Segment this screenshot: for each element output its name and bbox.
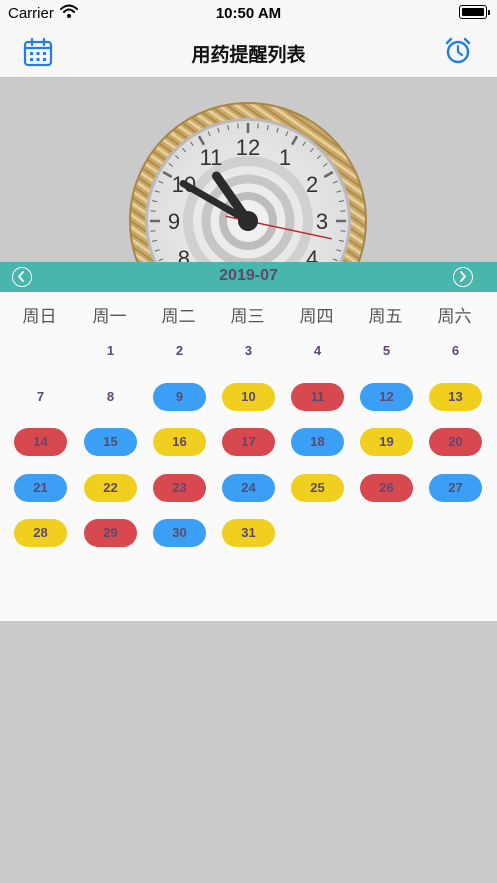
calendar-day[interactable]: 24 <box>222 473 275 502</box>
clock-tick <box>257 123 259 129</box>
clock-numeral: 3 <box>316 209 328 234</box>
calendar-day[interactable]: 22 <box>84 473 137 502</box>
clock-tick <box>237 123 239 129</box>
weekday-label: 周日 <box>22 307 57 326</box>
calendar-day[interactable]: 17 <box>222 428 275 456</box>
clock-tick <box>150 230 156 232</box>
chevron-right-icon <box>460 271 466 282</box>
calendar-day[interactable]: 16 <box>153 428 206 456</box>
weekday-label: 周二 <box>161 307 196 326</box>
calendar-day[interactable]: 27 <box>429 473 482 502</box>
weekday-label: 周六 <box>437 307 472 326</box>
navigation-bar: 用药提醒列表 <box>0 26 497 78</box>
calendar-day[interactable]: 21 <box>14 473 67 502</box>
calendar-day[interactable]: 31 <box>222 519 275 547</box>
clock-numeral: 12 <box>236 135 260 160</box>
calendar-day[interactable]: 19 <box>360 428 413 456</box>
calendar-day[interactable]: 25 <box>291 473 344 502</box>
calendar-day[interactable]: 30 <box>153 519 206 547</box>
calendar-day[interactable]: 3 <box>222 337 275 365</box>
calendar-day[interactable]: 11 <box>291 382 344 411</box>
calendar-day[interactable]: 23 <box>153 473 206 502</box>
alarm-button[interactable] <box>443 36 473 66</box>
calendar-day[interactable]: 28 <box>14 519 67 547</box>
page-title: 用药提醒列表 <box>191 45 306 66</box>
clock-numeral: 11 <box>200 145 223 170</box>
weekday-label: 周一 <box>92 307 127 326</box>
wall-clock-image: 121234891011 <box>129 102 367 262</box>
calendar-day[interactable]: 12 <box>360 382 413 411</box>
calendar-day[interactable]: 15 <box>84 428 137 456</box>
weekday-label: 周五 <box>368 307 403 326</box>
weekday-label: 周四 <box>299 307 334 326</box>
calendar-day[interactable]: 18 <box>291 428 344 456</box>
clock-numeral: 1 <box>279 145 291 170</box>
calendar-day[interactable]: 8 <box>84 383 137 411</box>
calendar-day[interactable]: 10 <box>222 382 275 411</box>
calendar-day[interactable]: 2 <box>153 337 206 365</box>
clock-numeral: 9 <box>168 209 180 234</box>
calendar-day[interactable]: 7 <box>14 383 67 411</box>
weekday-row: 周日 周一 周二 周三 周四 周五 周六 <box>0 302 497 328</box>
clock-area: 121234891011 <box>0 79 497 262</box>
calendar-grid: 周日 周一 周二 周三 周四 周五 周六 1 2 3 4 5 6 7 8 9 10 11 12 13 14 15 16 17… <box>0 292 497 621</box>
calendar-day[interactable]: 20 <box>429 428 482 456</box>
month-label: 2019-07 <box>219 267 278 284</box>
calendar-day[interactable]: 1 <box>84 337 137 365</box>
calendar-day[interactable]: 4 <box>291 337 344 365</box>
calendar-day[interactable]: 14 <box>14 428 67 456</box>
alarm-clock-icon <box>445 37 471 64</box>
status-bar: Carrier 10:50 AM <box>0 0 497 26</box>
battery-icon <box>459 5 490 19</box>
calendar-day[interactable]: 6 <box>429 337 482 365</box>
calendar-day[interactable]: 26 <box>360 473 413 502</box>
clock-tick <box>340 210 346 212</box>
clock-numeral: 4 <box>306 246 318 262</box>
status-time: 10:50 AM <box>215 5 282 22</box>
weekday-label: 周三 <box>230 307 265 326</box>
clock-tick <box>150 210 156 212</box>
calendar-day[interactable]: 13 <box>429 382 482 411</box>
clock-numeral: 2 <box>306 172 318 197</box>
clock-numeral: 8 <box>178 246 190 262</box>
calendar-day[interactable]: 29 <box>84 519 137 547</box>
clock-center-pin <box>238 211 258 231</box>
clock-tick <box>340 230 346 232</box>
calendar-day[interactable]: 9 <box>153 382 206 411</box>
calendar-header: 2019-07 <box>0 262 497 292</box>
next-month-button[interactable] <box>453 267 473 287</box>
calendar-day[interactable]: 5 <box>360 337 413 365</box>
